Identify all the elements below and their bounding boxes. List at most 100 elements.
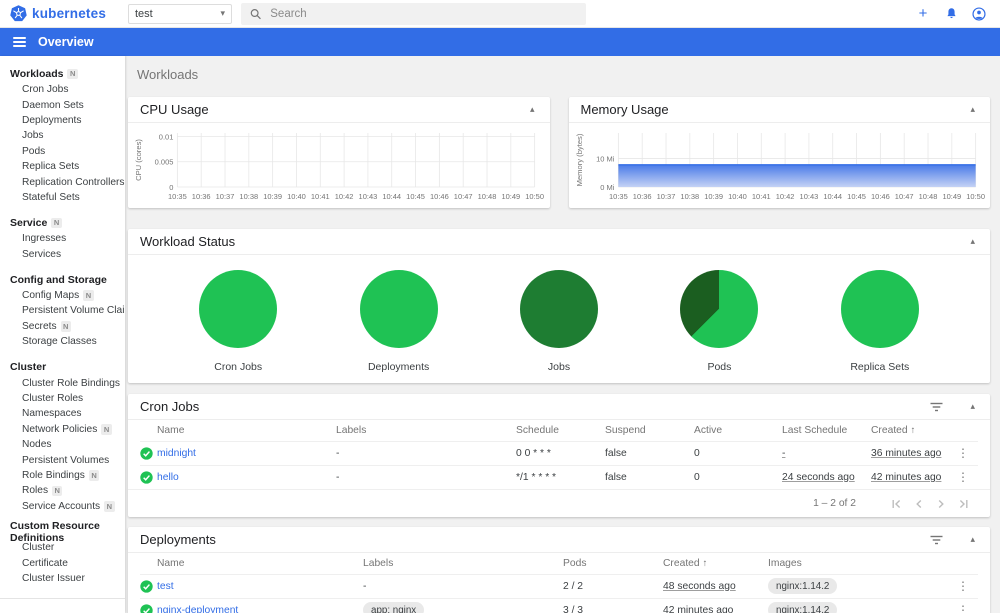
last-page-icon xyxy=(959,499,968,508)
pie-label: Deployments xyxy=(367,361,430,373)
pie-label: Jobs xyxy=(547,361,571,373)
label-chip: nginx:1.14.2 xyxy=(768,602,838,613)
svg-text:10:50: 10:50 xyxy=(525,192,544,201)
last-page-button[interactable] xyxy=(952,498,974,510)
kubernetes-logo[interactable]: kubernetes xyxy=(0,5,125,22)
table-row: test -2 / 2 48 seconds ago nginx:1.14.2 ⋮ xyxy=(140,573,978,598)
notifications-button[interactable] xyxy=(943,6,959,22)
sidebar-item-namespaces[interactable]: Namespaces xyxy=(0,406,125,421)
sidebar-item-cluster-roles[interactable]: Cluster Roles xyxy=(0,391,125,406)
sidebar-item-daemon-sets[interactable]: Daemon Sets xyxy=(0,97,125,112)
resource-link[interactable]: midnight xyxy=(157,448,196,459)
sidebar-item-deployments[interactable]: Deployments xyxy=(0,113,125,128)
sidebar-item-replication-controllers[interactable]: Replication Controllers xyxy=(0,174,125,189)
column-header-suspend[interactable]: Suspend xyxy=(605,420,694,441)
column-header-name[interactable]: Name xyxy=(157,420,336,441)
sidebar-item-secrets[interactable]: Secrets N xyxy=(0,319,125,334)
sidebar-item-replica-sets[interactable]: Replica Sets xyxy=(0,159,125,174)
sidebar-item-config-maps[interactable]: Config Maps N xyxy=(0,288,125,303)
sidebar-item-services[interactable]: Services xyxy=(0,247,125,262)
first-page-icon xyxy=(892,499,901,508)
collapse-icon[interactable]: ▴ xyxy=(970,535,975,544)
column-header-labels[interactable]: Labels xyxy=(363,553,563,574)
next-page-button[interactable] xyxy=(930,498,952,510)
row-menu-button[interactable]: ⋮ xyxy=(948,603,978,613)
svg-text:0.01: 0.01 xyxy=(159,132,174,141)
filter-button[interactable] xyxy=(930,535,943,545)
sidebar-item-persistent-volume-claims[interactable]: Persistent Volume ClaimsN xyxy=(0,303,125,318)
row-menu-button[interactable]: ⋮ xyxy=(948,579,978,593)
svg-text:10:39: 10:39 xyxy=(263,192,282,201)
sidebar-item-pods[interactable]: Pods xyxy=(0,144,125,159)
column-header-images[interactable]: Images xyxy=(768,553,948,574)
row-menu-button[interactable]: ⋮ xyxy=(948,446,978,460)
sidebar-item-ingresses[interactable]: Ingresses xyxy=(0,231,125,246)
column-header-name[interactable]: Name xyxy=(157,553,363,574)
svg-text:10:48: 10:48 xyxy=(478,192,497,201)
svg-text:10:46: 10:46 xyxy=(430,192,449,201)
filter-icon xyxy=(930,402,943,411)
resource-link[interactable]: test xyxy=(157,581,174,592)
sidebar-item-cluster-issuer[interactable]: Cluster Issuer xyxy=(0,571,125,586)
svg-text:10:38: 10:38 xyxy=(680,192,699,201)
table-cell: */1 * * * * xyxy=(516,464,605,489)
account-button[interactable] xyxy=(971,6,987,22)
svg-text:10:35: 10:35 xyxy=(168,192,187,201)
sidebar-item-cron-jobs[interactable]: Cron Jobs xyxy=(0,82,125,97)
menu-icon[interactable] xyxy=(13,36,26,48)
logo-wordmark: kubernetes xyxy=(32,6,107,21)
top-bar: kubernetes test ▾ + xyxy=(0,0,1000,28)
resource-link[interactable]: nginx-deployment xyxy=(157,605,238,613)
row-menu-button[interactable]: ⋮ xyxy=(948,470,978,484)
svg-text:10:49: 10:49 xyxy=(501,192,520,201)
sidebar-item-cluster-role-bindings[interactable]: Cluster Role Bindings xyxy=(0,375,125,390)
sidebar-item-jobs[interactable]: Jobs xyxy=(0,128,125,143)
pods-pie-chart xyxy=(680,270,759,348)
cron-jobs-pie-column: Cron Jobs xyxy=(158,270,318,373)
sidebar-item-role-bindings[interactable]: Role Bindings N xyxy=(0,468,125,483)
column-header-last-schedule[interactable]: Last Schedule xyxy=(782,420,871,441)
page-title: Workloads xyxy=(137,67,199,82)
svg-text:10:50: 10:50 xyxy=(966,192,985,201)
column-header-schedule[interactable]: Schedule xyxy=(516,420,605,441)
table-cell: 0 xyxy=(694,464,782,489)
deployments-card: Deployments ▴ Name Labels Pods Created ↑ Imag… xyxy=(128,527,990,613)
collapse-icon[interactable]: ▴ xyxy=(530,105,535,114)
sidebar-item-service-accounts[interactable]: Service Accounts N xyxy=(0,499,125,514)
sidebar-item-certificate[interactable]: Certificate xyxy=(0,555,125,570)
previous-page-button[interactable] xyxy=(908,498,930,510)
namespace-selector[interactable]: test ▾ xyxy=(128,3,232,24)
svg-text:10:45: 10:45 xyxy=(406,192,425,201)
add-resource-button[interactable]: + xyxy=(915,6,931,22)
collapse-icon[interactable]: ▴ xyxy=(970,237,975,246)
first-page-button[interactable] xyxy=(886,498,908,510)
svg-text:10:44: 10:44 xyxy=(382,192,401,201)
sidebar-item-nodes[interactable]: Nodes xyxy=(0,437,125,452)
sidebar-item-storage-classes[interactable]: Storage Classes xyxy=(0,334,125,349)
svg-text:CPU (cores): CPU (cores) xyxy=(134,139,143,181)
column-header-active[interactable]: Active xyxy=(694,420,782,441)
resource-link[interactable]: hello xyxy=(157,472,179,483)
sidebar-item-roles[interactable]: Roles N xyxy=(0,483,125,498)
collapse-icon[interactable]: ▴ xyxy=(970,105,975,114)
replica-sets-pie-column: Replica Sets xyxy=(800,270,960,373)
table-cell: - xyxy=(336,464,516,489)
search-bar[interactable] xyxy=(241,2,586,25)
filter-button[interactable] xyxy=(930,402,943,412)
main-content: Workloads CPU Usage ▴ 0 0.005 0.01 10:35 10:… xyxy=(125,56,1000,613)
collapse-icon[interactable]: ▴ xyxy=(970,402,975,411)
search-input[interactable] xyxy=(270,7,577,20)
app-toolbar: Overview xyxy=(0,28,1000,56)
namespace-value: test xyxy=(135,7,153,20)
sidebar-item-stateful-sets[interactable]: Stateful Sets xyxy=(0,190,125,205)
memory-usage-chart: 0 Mi 10 Mi 10:35 10:36 10:37 10:38 10:39 10:40 1… xyxy=(574,133,985,201)
label-chip: nginx:1.14.2 xyxy=(768,578,838,594)
kubernetes-helm-icon xyxy=(10,5,27,22)
sidebar-item-persistent-volumes[interactable]: Persistent Volumes xyxy=(0,452,125,467)
column-header-labels[interactable]: Labels xyxy=(336,420,516,441)
column-header-created[interactable]: Created ↑ xyxy=(663,553,768,574)
column-header-pods[interactable]: Pods xyxy=(563,553,663,574)
column-header-created[interactable]: Created ↑ xyxy=(871,420,948,441)
table-row: hello - */1 * * * * false 0 24 seconds ago 42 … xyxy=(140,464,978,489)
sidebar-item-network-policies[interactable]: Network Policies N xyxy=(0,422,125,437)
